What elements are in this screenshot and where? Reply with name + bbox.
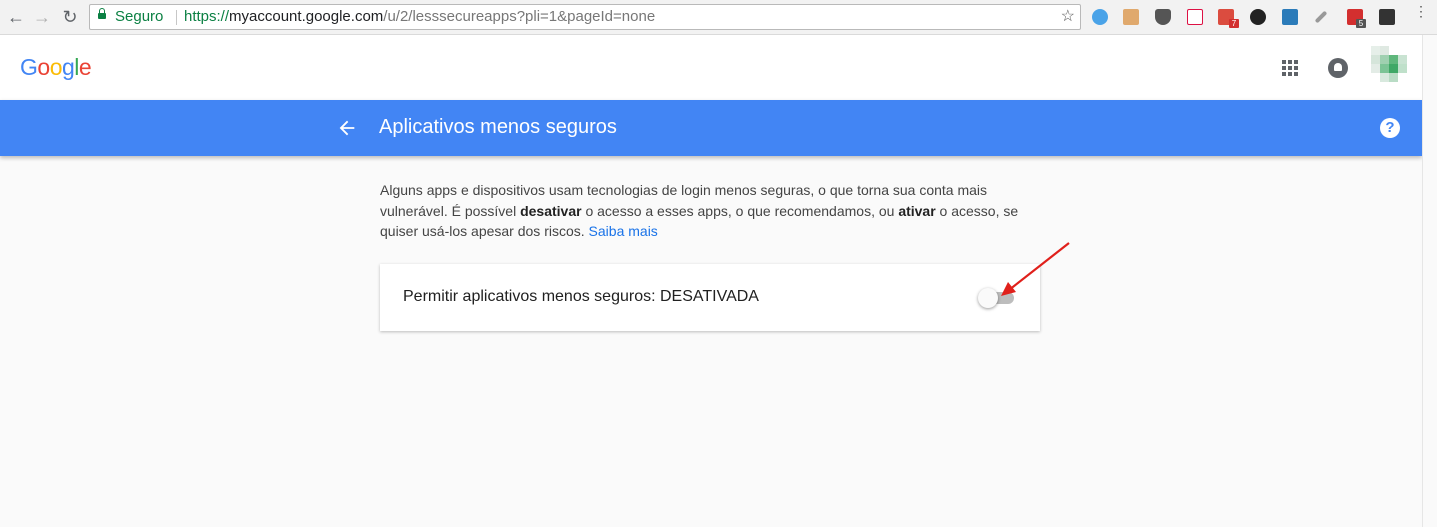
- description-bold-enable: ativar: [898, 202, 936, 219]
- reload-icon[interactable]: ↻: [60, 7, 80, 27]
- logo-letter: o: [49, 54, 63, 80]
- apps-grid-icon[interactable]: [1282, 60, 1298, 76]
- url-path: /u/2/lesssecureapps?pli=1&pageId=none: [383, 8, 656, 25]
- lock-icon: [98, 8, 106, 19]
- pocket-extension-icon[interactable]: [1155, 9, 1171, 25]
- dots-badge: 5: [1356, 19, 1366, 28]
- page-scrollbar[interactable]: [1422, 35, 1437, 527]
- logo-letter: G: [20, 54, 38, 80]
- setting-card: Permitir aplicativos menos seguros: DESA…: [380, 264, 1040, 331]
- page-title: Aplicativos menos seguros: [379, 116, 617, 138]
- logo-letter: e: [78, 54, 92, 80]
- description-text: Alguns apps e dispositivos usam tecnolog…: [380, 180, 1040, 242]
- browser-menu-icon[interactable]: ⋮: [1414, 4, 1428, 18]
- avatar[interactable]: [1366, 46, 1412, 88]
- back-arrow-icon[interactable]: [336, 117, 358, 139]
- s-extension-icon[interactable]: [1282, 9, 1298, 25]
- setting-label: Permitir aplicativos menos seguros: DESA…: [403, 288, 759, 305]
- help-icon[interactable]: ?: [1380, 118, 1400, 138]
- face-extension-icon[interactable]: [1123, 9, 1139, 25]
- url-scheme: https://: [184, 8, 230, 25]
- sync-extension-icon[interactable]: [1250, 9, 1266, 25]
- google-header: Google: [0, 35, 1422, 100]
- back-nav-icon[interactable]: ←: [6, 7, 26, 27]
- film-extension-icon[interactable]: [1379, 9, 1395, 25]
- bookmark-star-icon[interactable]: ☆: [1061, 5, 1075, 29]
- eyedropper-extension-icon[interactable]: [1314, 10, 1328, 24]
- learn-more-link[interactable]: Saiba mais: [589, 223, 658, 239]
- url-text[interactable]: https://myaccount.google.com/u/2/lesssec…: [184, 5, 655, 29]
- security-label: Seguro: [115, 8, 164, 25]
- todoist-badge: 7: [1229, 19, 1239, 28]
- annotation-arrow-icon: [1001, 242, 1070, 296]
- forward-nav-icon[interactable]: →: [32, 7, 52, 27]
- address-bar[interactable]: Seguro https://myaccount.google.com/u/2/…: [89, 4, 1081, 30]
- notifications-bell-icon[interactable]: [1328, 58, 1348, 78]
- browser-toolbar: ← → ↻ Seguro https://myaccount.google.co…: [0, 0, 1437, 35]
- logo-letter: o: [37, 54, 50, 80]
- page-title-bar: Aplicativos menos seguros ?: [0, 100, 1422, 156]
- calendar-extension-icon[interactable]: [1187, 9, 1203, 25]
- cloud-extension-icon[interactable]: [1092, 9, 1108, 25]
- address-separator: [176, 10, 177, 25]
- url-domain: myaccount.google.com: [229, 8, 384, 25]
- logo-letter: g: [61, 54, 75, 80]
- google-logo[interactable]: Google: [20, 54, 92, 81]
- description-part2: o acesso a esses apps, o que recomendamo…: [581, 202, 899, 219]
- description-bold-disable: desativar: [520, 202, 582, 219]
